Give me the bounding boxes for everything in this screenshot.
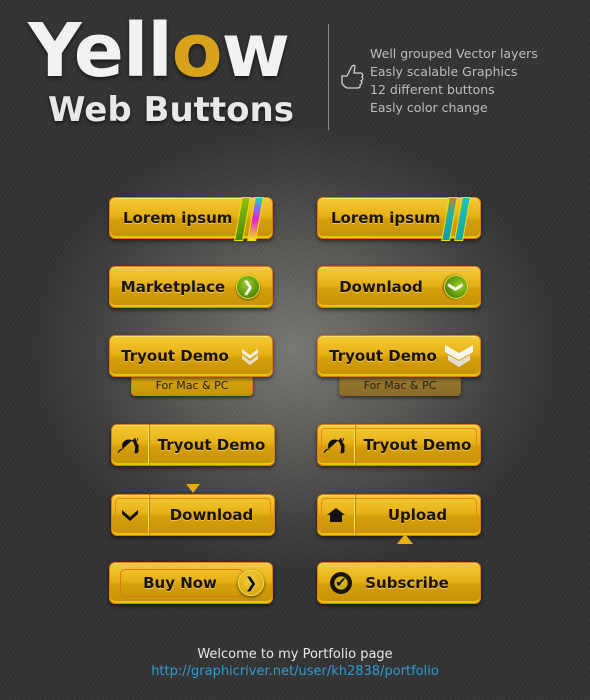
feature-item: Easly color change — [370, 100, 488, 115]
button-label: Tryout Demo — [157, 436, 266, 454]
chevron-down-icon — [112, 495, 149, 535]
button-label: Downlaod — [339, 278, 423, 296]
double-chevron-down-icon — [242, 349, 258, 365]
button-label: Download — [169, 506, 254, 524]
title-yellow: Yellow — [28, 14, 290, 88]
tryout-demo-button[interactable]: Tryout Demo — [317, 335, 481, 377]
button-label: Marketplace — [120, 278, 226, 296]
chevron-right-icon: ❯ — [238, 570, 264, 596]
title-o-accent: o — [171, 8, 223, 94]
button-label: Subscribe — [365, 574, 449, 592]
lorem-ipsum-button-colorful[interactable]: Lorem ipsum — [109, 197, 273, 241]
tryout-demo-button[interactable]: Tryout Demo — [109, 335, 273, 377]
portfolio-link[interactable]: http://graphicriver.net/user/kh2838/port… — [0, 664, 590, 679]
header-divider — [328, 24, 329, 130]
feature-item: Easly scalable Graphics — [370, 64, 518, 79]
chevron-right-icon: ❯ — [236, 275, 260, 299]
inner-frame — [120, 569, 244, 597]
marketplace-button[interactable]: Marketplace ❯ — [109, 266, 273, 308]
button-label: Upload — [387, 506, 448, 524]
lorem-ipsum-button-teal[interactable]: Lorem ipsum — [317, 197, 481, 241]
feature-item: Well grouped Vector layers — [370, 46, 538, 61]
download-button[interactable]: Download — [111, 494, 275, 536]
button-label: Tryout Demo — [121, 347, 229, 365]
feature-item: 12 different buttons — [370, 82, 495, 97]
subtitle: Web Buttons — [48, 90, 294, 130]
title-text-2: w — [221, 8, 290, 94]
pointer-arrow-icon — [186, 484, 200, 493]
home-icon — [318, 495, 355, 535]
welcome-text: Welcome to my Portfolio page — [197, 647, 393, 662]
snail-icon — [318, 425, 355, 465]
snail-icon — [112, 425, 149, 465]
tryout-demo-snail-button-framed[interactable]: Tryout Demo — [317, 424, 481, 466]
button-label: Lorem ipsum — [331, 209, 441, 227]
chevron-down-icon: ❯ — [444, 275, 468, 299]
feature-list: Well grouped Vector layers Easly scalabl… — [370, 45, 538, 117]
upload-button[interactable]: Upload — [317, 494, 481, 536]
platform-subtab: For Mac & PC — [131, 376, 253, 396]
subscribe-button[interactable]: ✔ Subscribe — [317, 562, 481, 604]
buy-now-button[interactable]: Buy Now ❯ — [109, 562, 273, 604]
downlaod-button[interactable]: Downlaod ❯ — [317, 266, 481, 308]
platform-subtab: For Mac & PC — [339, 376, 461, 396]
pointer-arrow-icon — [397, 534, 413, 544]
checkmark-circle-icon: ✔ — [330, 572, 352, 594]
button-label: Tryout Demo — [329, 347, 437, 365]
button-label: Tryout Demo — [363, 436, 472, 454]
thumbs-up-icon — [341, 64, 364, 89]
double-chevron-down-icon — [445, 345, 473, 367]
title-text-1: Yell — [28, 8, 173, 94]
tryout-demo-snail-button[interactable]: Tryout Demo — [111, 424, 275, 466]
